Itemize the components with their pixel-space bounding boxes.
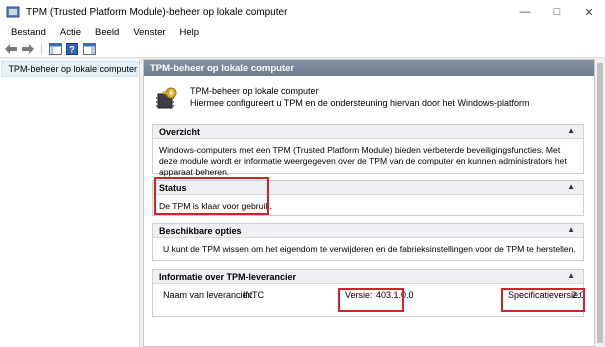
- section-header-vendor-info[interactable]: Informatie over TPM-leverancier ▲: [153, 270, 583, 284]
- section-title: Informatie over TPM-leverancier: [159, 271, 297, 282]
- help-icon[interactable]: ?: [65, 42, 79, 56]
- main-panel-header: TPM-beheer op lokale computer: [144, 60, 594, 76]
- back-icon[interactable]: [4, 42, 18, 56]
- title-bar: TPM (Trusted Platform Module)-beheer op …: [0, 0, 605, 24]
- console-tree: TPM-beheer op lokale computer: [0, 59, 140, 347]
- scrollbar-thumb[interactable]: [597, 63, 603, 343]
- tree-item-tpm-management[interactable]: TPM-beheer op lokale computer: [1, 61, 138, 77]
- section-title: Beschikbare opties: [159, 225, 242, 236]
- main-panel: TPM-beheer op lokale computer TPM-beheer…: [143, 59, 595, 347]
- minimize-button[interactable]: —: [509, 0, 541, 24]
- version-highlight-box: [338, 288, 404, 312]
- menu-bar: Bestand Actie Beeld Venster Help: [0, 24, 605, 40]
- maximize-button[interactable]: □: [541, 0, 573, 24]
- options-text: U kunt de TPM wissen om het eigendom te …: [163, 244, 576, 254]
- intro-block: TPM-beheer op lokale computer Hiermee co…: [144, 76, 594, 122]
- vendor-name-label: Naam van leverancier:: [163, 290, 254, 300]
- menu-actie[interactable]: Actie: [53, 27, 88, 38]
- svg-text:?: ?: [69, 44, 75, 54]
- section-options: Beschikbare opties ▲ U kunt de TPM wisse…: [152, 223, 584, 261]
- show-hide-console-tree-icon[interactable]: [48, 42, 62, 56]
- spec-version-highlight-box: [501, 288, 585, 312]
- intro-description: Hiermee configureert u TPM en de onderst…: [190, 98, 530, 108]
- forward-icon[interactable]: [21, 42, 35, 56]
- vendor-name-value: INTC: [243, 290, 264, 300]
- collapse-arrow-icon[interactable]: ▲: [567, 126, 575, 135]
- properties-icon[interactable]: [82, 42, 96, 56]
- key-chip-icon: [156, 87, 177, 109]
- tree-item-label: TPM-beheer op lokale computer: [8, 64, 137, 74]
- collapse-arrow-icon[interactable]: ▲: [567, 271, 575, 280]
- section-header-overview[interactable]: Overzicht ▲: [153, 125, 583, 139]
- toolbar: ?: [0, 40, 605, 58]
- window-title: TPM (Trusted Platform Module)-beheer op …: [26, 6, 288, 18]
- intro-title: TPM-beheer op lokale computer: [190, 86, 319, 96]
- vertical-scrollbar[interactable]: [595, 59, 605, 347]
- collapse-arrow-icon[interactable]: ▲: [567, 225, 575, 234]
- section-title: Overzicht: [159, 126, 201, 137]
- menu-venster[interactable]: Venster: [126, 27, 172, 38]
- close-button[interactable]: ✕: [573, 0, 605, 24]
- section-header-options[interactable]: Beschikbare opties ▲: [153, 224, 583, 238]
- section-overview: Overzicht ▲ Windows-computers met een TP…: [152, 124, 584, 177]
- app-icon: [6, 6, 20, 18]
- menu-help[interactable]: Help: [173, 27, 207, 38]
- menu-beeld[interactable]: Beeld: [88, 27, 126, 38]
- collapse-arrow-icon[interactable]: ▲: [567, 182, 575, 191]
- menu-bestand[interactable]: Bestand: [4, 27, 53, 38]
- status-highlight-box: [154, 177, 269, 215]
- toolbar-separator: [41, 42, 42, 55]
